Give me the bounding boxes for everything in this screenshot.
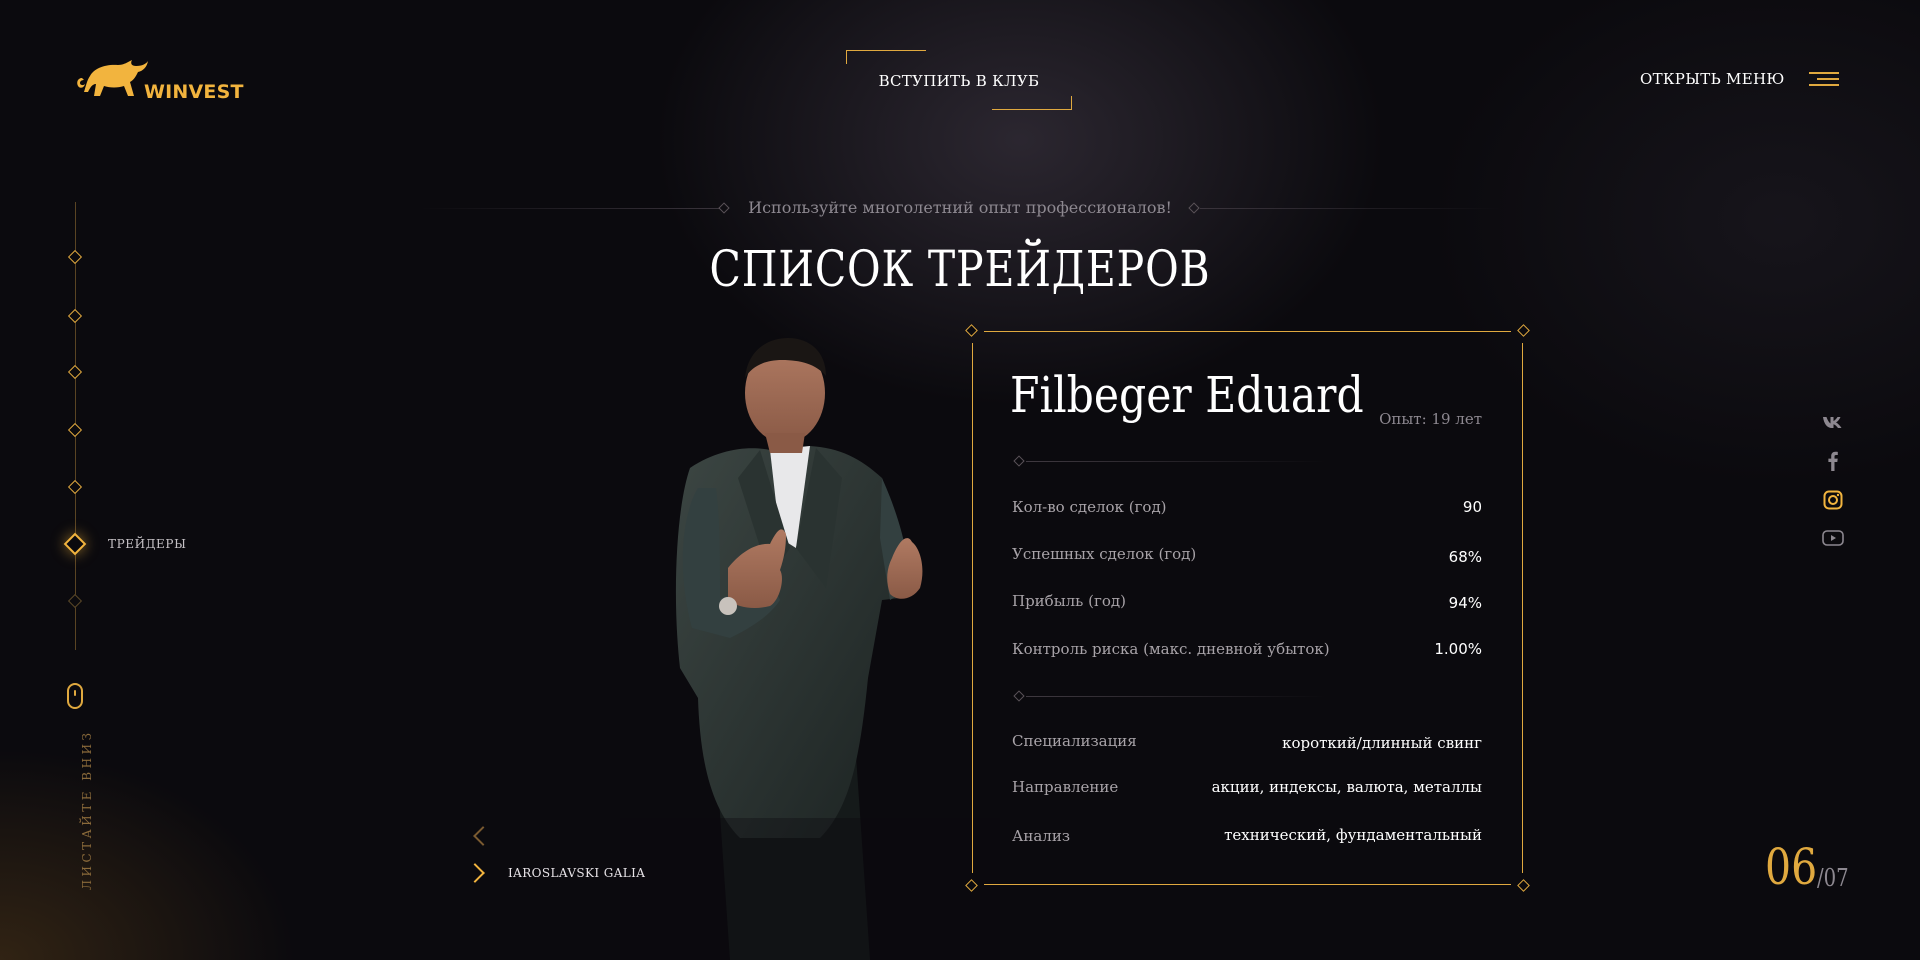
stat-label: Кол-во сделок (год)	[1012, 498, 1167, 516]
detail-value: технический, фундаментальный	[1224, 826, 1482, 844]
stat-value: 68%	[1448, 548, 1482, 566]
detail-value: короткий/длинный свинг	[1282, 734, 1482, 752]
facebook-icon[interactable]	[1822, 450, 1844, 472]
detail-label: Анализ	[1012, 827, 1071, 845]
card-divider	[1026, 696, 1326, 697]
next-trader-name[interactable]: IAROSLAVSKI GALIA	[508, 866, 645, 880]
stat-value: 94%	[1448, 594, 1482, 612]
button-frame-corner	[992, 96, 1072, 110]
trader-photo	[620, 338, 1000, 960]
bull-icon	[77, 60, 148, 96]
section-subtitle: Используйте многолетний опыт профессиона…	[748, 198, 1172, 217]
trader-name: Filbeger Eduard	[1010, 366, 1364, 424]
side-nav-dot-active[interactable]	[63, 532, 87, 556]
open-menu-label: ОТКРЫТЬ МЕНЮ	[1640, 70, 1785, 88]
card-divider	[1026, 461, 1326, 462]
card-border	[1522, 343, 1523, 873]
card-corner-diamond	[1517, 324, 1530, 337]
page: WINVEST ВСТУПИТЬ В КЛУБ ОТКРЫТЬ МЕНЮ ТРЕ…	[0, 0, 1920, 960]
vk-icon[interactable]	[1822, 411, 1844, 433]
card-corner-diamond	[1517, 879, 1530, 892]
stat-value: 1.00%	[1434, 640, 1482, 658]
detail-label: Направление	[1012, 778, 1119, 796]
slide-counter-total: /07	[1817, 864, 1849, 892]
page-title: СПИСОК ТРЕЙДЕРОВ	[709, 240, 1211, 298]
youtube-icon[interactable]	[1822, 527, 1844, 549]
burger-icon	[1808, 72, 1839, 86]
logo-text: WINVEST	[144, 81, 244, 103]
side-nav-dot[interactable]	[67, 308, 83, 324]
card-border	[984, 331, 1511, 332]
card-border	[972, 343, 973, 873]
side-nav-dot[interactable]	[67, 364, 83, 380]
detail-label: Специализация	[1012, 732, 1137, 750]
stat-value: 90	[1462, 498, 1482, 516]
button-frame-corner	[846, 50, 926, 64]
side-nav-dot[interactable]	[67, 422, 83, 438]
next-trader-arrow-icon[interactable]	[465, 863, 485, 883]
trader-experience: Опыт: 19 лет	[1379, 410, 1482, 428]
card-corner-diamond	[965, 324, 978, 337]
open-menu-button[interactable]: ОТКРЫТЬ МЕНЮ	[1640, 70, 1839, 88]
card-border	[984, 884, 1511, 885]
logo[interactable]: WINVEST	[72, 56, 244, 104]
prev-trader-arrow-icon[interactable]	[473, 826, 493, 846]
side-nav-active-label: ТРЕЙДЕРЫ	[108, 537, 187, 551]
instagram-icon[interactable]	[1822, 489, 1844, 511]
side-nav-dot[interactable]	[67, 593, 83, 609]
scroll-hint: ЛИСТАЙТЕ ВНИЗ	[80, 729, 94, 890]
stat-label: Прибыль (год)	[1012, 592, 1126, 610]
stat-label: Контроль риска (макс. дневной убыток)	[1012, 640, 1330, 658]
side-nav-dot[interactable]	[67, 479, 83, 495]
side-nav-dot[interactable]	[67, 249, 83, 265]
detail-value: акции, индексы, валюта, металлы	[1211, 778, 1482, 796]
slide-counter-current: 06	[1765, 838, 1818, 896]
join-club-button[interactable]: ВСТУПИТЬ В КЛУБ	[846, 50, 1072, 110]
mouse-scroll-icon[interactable]	[67, 683, 83, 709]
stat-label: Успешных сделок (год)	[1012, 545, 1197, 563]
join-club-label: ВСТУПИТЬ В КЛУБ	[878, 72, 1040, 90]
